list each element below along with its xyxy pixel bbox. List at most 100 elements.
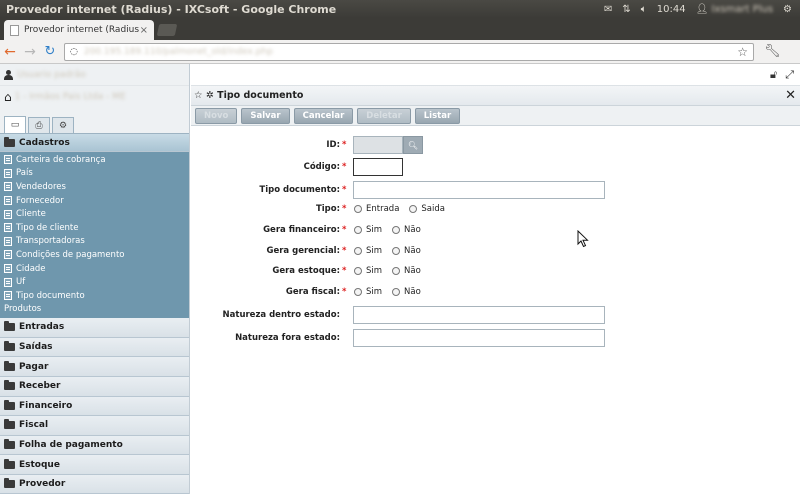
- row-natureza-dentro: Natureza dentro estado:: [191, 306, 800, 324]
- radio-circle[interactable]: [409, 205, 418, 213]
- radio-fiscal-nao[interactable]: Não: [392, 287, 421, 297]
- tab-window[interactable]: ▭: [4, 116, 26, 133]
- radio-circle[interactable]: [354, 247, 362, 255]
- radio-circle[interactable]: [392, 288, 401, 296]
- row-tipo-documento: Tipo documento: *: [191, 181, 800, 199]
- radio-circle[interactable]: [354, 288, 362, 296]
- menu-item-tipo-cliente[interactable]: Tipo de cliente: [0, 221, 189, 235]
- section-provedor[interactable]: Provedor: [0, 474, 189, 494]
- natureza-dentro-field[interactable]: [353, 306, 605, 324]
- tipo-documento-field[interactable]: [353, 181, 605, 199]
- radio-fiscal-sim[interactable]: Sim: [354, 287, 382, 297]
- volume-icon[interactable]: 🔈︎: [641, 4, 647, 15]
- menu-item-vendedores[interactable]: Vendedores: [0, 180, 189, 194]
- tab-close-icon[interactable]: ×: [140, 25, 148, 36]
- section-label: Receber: [19, 381, 61, 392]
- power-gear-icon[interactable]: ⚙: [783, 4, 792, 15]
- radio-entrada[interactable]: Entrada: [354, 204, 399, 214]
- bookmark-star-icon[interactable]: ☆: [737, 45, 748, 59]
- menu-item-cliente[interactable]: Cliente: [0, 207, 189, 221]
- main-content: 🔓︎ ⤢ ☆ ✲ Tipo documento ✕ Novo Salvar Ca…: [191, 64, 800, 494]
- unlock-icon[interactable]: 🔓︎: [770, 68, 777, 82]
- deletar-button[interactable]: Deletar: [357, 107, 411, 124]
- close-icon[interactable]: ✕: [785, 88, 796, 103]
- natureza-fora-field[interactable]: [353, 329, 605, 347]
- salvar-button[interactable]: Salvar: [241, 107, 290, 124]
- section-list: Entradas Saídas Pagar Receber Financeiro…: [0, 318, 189, 494]
- search-icon[interactable]: 🔍︎: [403, 136, 423, 154]
- codigo-field[interactable]: [353, 158, 403, 176]
- browser-tab[interactable]: Provedor internet (Radius ×: [4, 20, 154, 40]
- row-codigo: Código: *: [191, 158, 800, 176]
- maximize-icon[interactable]: ⤢: [785, 68, 794, 82]
- clock[interactable]: 10:44: [657, 4, 686, 15]
- print-icon: ⎙: [35, 120, 43, 131]
- radio-circle[interactable]: [392, 267, 401, 275]
- menu-item-label: Cliente: [16, 209, 46, 220]
- menu-item-uf[interactable]: Uf: [0, 275, 189, 289]
- menu-item-tipo-documento[interactable]: Tipo documento: [0, 289, 189, 303]
- radio-gerencial-sim[interactable]: Sim: [354, 246, 382, 256]
- radio-circle[interactable]: [354, 267, 362, 275]
- document-icon: [4, 236, 12, 246]
- row-gera-financeiro: Gera financeiro: * Sim Não: [191, 225, 800, 235]
- star-icon[interactable]: ☆: [194, 90, 203, 101]
- tab-settings[interactable]: ⚙: [52, 117, 74, 133]
- id-field[interactable]: [353, 136, 403, 154]
- new-tab-button[interactable]: [156, 24, 178, 36]
- section-entradas[interactable]: Entradas: [0, 318, 189, 338]
- forward-arrow-icon[interactable]: →: [20, 44, 40, 60]
- menu-item-cidade[interactable]: Cidade: [0, 262, 189, 276]
- menu-item-produtos[interactable]: Produtos: [0, 303, 189, 317]
- menu-item-fornecedor[interactable]: Fornecedor: [0, 194, 189, 208]
- natureza-fora-label: Natureza fora estado:: [235, 333, 340, 343]
- menu-item-pais[interactable]: País: [0, 167, 189, 181]
- cancelar-button[interactable]: Cancelar: [293, 107, 354, 124]
- radio-circle[interactable]: [392, 247, 401, 255]
- radio-circle[interactable]: [354, 205, 362, 213]
- address-bar[interactable]: ◌ 200.195.189.110/palmonet_old/index.php…: [64, 42, 754, 61]
- required-mark: *: [342, 287, 347, 297]
- form-toolbar: Novo Salvar Cancelar Deletar Listar: [191, 106, 800, 126]
- folder-icon: [4, 478, 15, 489]
- menu-item-transportadoras[interactable]: Transportadoras: [0, 235, 189, 249]
- radio-saida[interactable]: Saida: [409, 204, 445, 214]
- menu-item-label: Vendedores: [16, 181, 66, 192]
- menu-item-label: Condições de pagamento: [16, 249, 125, 260]
- section-label: Provedor: [19, 479, 66, 490]
- cadastros-submenu: Carteira de cobrança País Vendedores For…: [0, 152, 189, 319]
- radio-financeiro-sim[interactable]: Sim: [354, 225, 382, 235]
- section-estoque[interactable]: Estoque: [0, 455, 189, 475]
- section-folha[interactable]: Folha de pagamento: [0, 435, 189, 456]
- menu-item-label: Cidade: [16, 263, 46, 274]
- radio-financeiro-nao[interactable]: Não: [392, 225, 421, 235]
- section-label: Entradas: [19, 322, 65, 333]
- radio-gerencial-nao[interactable]: Não: [392, 246, 421, 256]
- site-info-icon[interactable]: ◌: [70, 47, 78, 57]
- section-saidas[interactable]: Saídas: [0, 337, 189, 358]
- section-receber[interactable]: Receber: [0, 376, 189, 397]
- home-icon[interactable]: ⌂: [4, 90, 12, 104]
- user-menu[interactable]: 👤︎ Ixsmart Plus: [696, 4, 773, 15]
- row-gera-gerencial: Gera gerencial: * Sim Não: [191, 246, 800, 256]
- mail-icon[interactable]: ✉: [604, 4, 612, 15]
- menu-item-carteira[interactable]: Carteira de cobrança: [0, 153, 189, 167]
- wrench-menu-icon[interactable]: 🔧︎: [764, 44, 781, 59]
- back-arrow-icon[interactable]: ←: [0, 44, 20, 60]
- listar-button[interactable]: Listar: [414, 107, 461, 124]
- menu-item-condicoes[interactable]: Condições de pagamento: [0, 248, 189, 262]
- section-cadastros[interactable]: Cadastros: [0, 134, 189, 152]
- network-icon[interactable]: ⇅: [622, 4, 630, 15]
- section-financeiro[interactable]: Financeiro: [0, 396, 189, 417]
- novo-button[interactable]: Novo: [195, 107, 238, 124]
- reload-icon[interactable]: ↻: [40, 44, 60, 59]
- radio-circle[interactable]: [392, 226, 401, 234]
- tab-print[interactable]: ⎙: [28, 117, 50, 133]
- user-icon: [4, 69, 13, 80]
- section-pagar[interactable]: Pagar: [0, 357, 189, 377]
- section-fiscal[interactable]: Fiscal: [0, 416, 189, 436]
- radio-estoque-nao[interactable]: Não: [392, 266, 421, 276]
- radio-estoque-sim[interactable]: Sim: [354, 266, 382, 276]
- radio-circle[interactable]: [354, 226, 362, 234]
- settings-wheel-icon[interactable]: ✲: [206, 90, 214, 101]
